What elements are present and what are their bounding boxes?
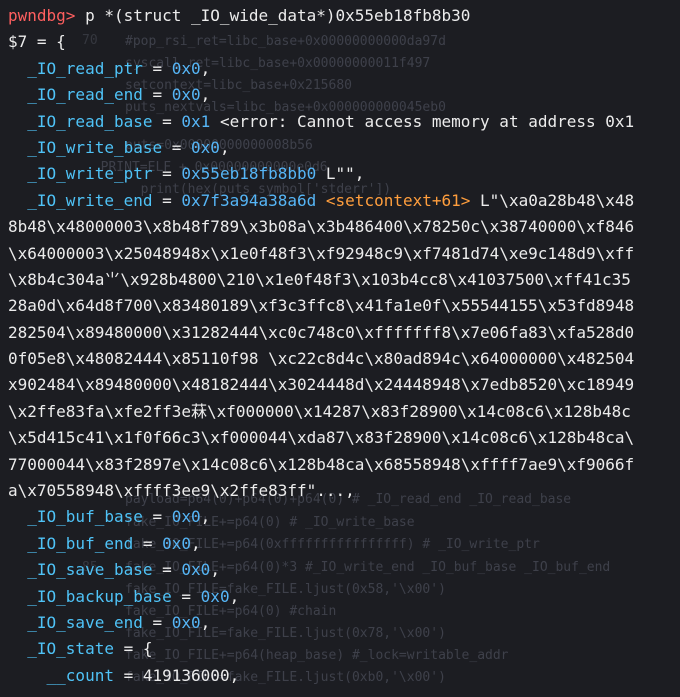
wide-string-line: \x5d415c41\x1f0f66c3\xf000044\xda87\x83f… <box>8 428 635 448</box>
field-state: _IO_state = { <box>27 639 153 659</box>
wide-string-line: \x2ffe83fa\xfe2ff3e菻\xf000000\x14287\x83… <box>8 401 631 421</box>
terminal-output[interactable]: pwndbg> p *(struct _IO_wide_data*)0x55eb… <box>8 3 680 689</box>
gdb-command: p *(struct _IO_wide_data*)0x55eb18fb8b30 <box>75 6 471 25</box>
symbol-annotation: <setcontext+61> <box>325 190 471 210</box>
wide-string-line: 77000044\x83f2897e\x14c08c6\x128b48ca\x6… <box>8 454 635 474</box>
wide-string-line: x902484\x89480000\x48182444\x3024448d\x2… <box>8 375 635 395</box>
field-read-base: _IO_read_base = 0x1 <error: Cannot acces… <box>27 111 635 131</box>
command-line: pwndbg> p *(struct _IO_wide_data*)0x55eb… <box>8 3 680 29</box>
gdb-prompt: pwndbg> <box>8 6 76 25</box>
wide-string-line: 8b48\x48000003\x8b48f789\x3b08a\x3b48640… <box>8 217 635 237</box>
field-write-ptr: _IO_write_ptr = 0x55eb18fb8bb0 L"", <box>27 164 365 184</box>
wide-string-line: 28a0d\x64d8f700\x83480189\xf3c3ffc8\x41f… <box>8 296 635 316</box>
field-buf-end: _IO_buf_end = 0x0, <box>27 533 201 553</box>
wide-string-line: 0f05e8\x48082444\x85110f98 \xc22c8d4c\x8… <box>8 349 635 369</box>
field-read-ptr: _IO_read_ptr = 0x0, <box>27 58 211 78</box>
field-read-end: _IO_read_end = 0x0, <box>27 85 211 105</box>
wide-string-line: a\x70558948\xffff3ee9\x2ffe83ff"..., <box>8 481 355 501</box>
result-header: $7 = { <box>8 32 66 52</box>
field-write-end: _IO_write_end = 0x7f3a94a38a6d <setconte… <box>27 190 635 210</box>
field-buf-base: _IO_buf_base = 0x0, <box>27 507 211 527</box>
wide-string-line: \x64000003\x25048948x\x1e0f48f3\xf92948c… <box>8 243 635 263</box>
error-message: <error: Cannot access memory at address … <box>219 111 635 131</box>
wide-string-line: 282504\x89480000\x31282444\xc0c748c0\xff… <box>8 322 635 342</box>
field-count: __count = 419136000, <box>46 665 240 685</box>
field-save-base: _IO_save_base = 0x0, <box>27 560 220 580</box>
field-backup-base: _IO_backup_base = 0x0, <box>27 586 240 606</box>
field-write-base: _IO_write_base = 0x0, <box>27 137 230 157</box>
field-save-end: _IO_save_end = 0x0, <box>27 612 211 632</box>
wide-string-line: \x8b4c304a⺌\x928b4800\210\x1e0f48f3\x103… <box>8 269 631 289</box>
